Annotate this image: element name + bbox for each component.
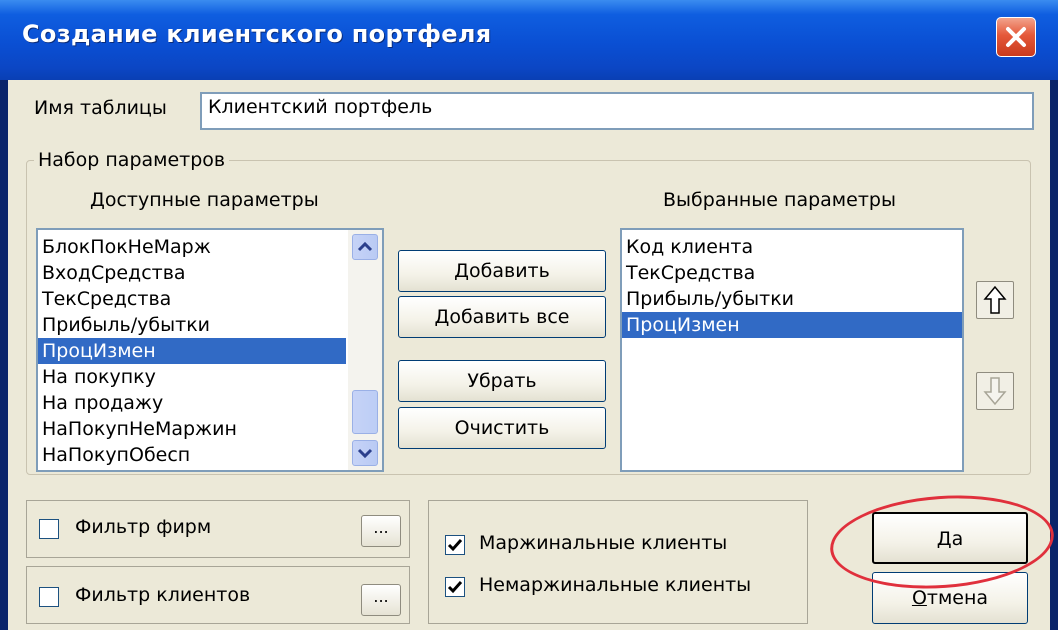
available-item[interactable]: Прибыль/убытки [38,312,346,338]
add-all-button-label: Добавить все [434,306,570,328]
available-item[interactable]: На продажу [38,390,346,416]
table-name-label: Имя таблицы [34,97,167,119]
params-group-caption: Набор параметров [34,149,230,171]
client-filter-browse-label: ... [373,587,389,606]
firm-filter-browse-label: ... [373,518,389,537]
remove-button[interactable]: Убрать [398,360,606,402]
available-item[interactable]: ТекСредства [38,286,346,312]
scroll-down-button[interactable] [352,440,378,466]
available-item[interactable]: БлокПокНеМарж [38,234,346,260]
available-params-list[interactable]: БлокПокНеМарж ВходСредства ТекСредства Приб… [36,228,384,472]
selected-item[interactable]: Прибыль/убытки [622,286,962,312]
firm-filter-checkbox[interactable] [39,519,59,539]
move-down-button[interactable] [976,372,1014,410]
client-filter-label: Фильтр клиентов [75,584,251,606]
close-button[interactable] [996,17,1036,57]
selected-params-list[interactable]: Код клиента ТекСредства Прибыль/убытки Проц… [620,228,964,472]
add-all-button[interactable]: Добавить все [398,296,606,338]
firm-filter-browse-button[interactable]: ... [361,515,401,547]
scroll-up-button[interactable] [352,234,378,260]
remove-button-label: Убрать [467,370,537,392]
clear-button-label: Очистить [454,417,550,439]
available-item[interactable]: На покупку [38,364,346,390]
add-button-label: Добавить [454,260,550,282]
client-filter-checkbox[interactable] [39,587,59,607]
available-list-scrollbar[interactable] [348,230,382,470]
available-params-header: Доступные параметры [90,189,319,211]
available-item[interactable]: ВходСредства [38,260,346,286]
client-filter-browse-button[interactable]: ... [361,584,401,616]
move-up-button[interactable] [976,281,1014,319]
client-types-panel: Маржинальные клиенты Немаржинальные клие… [428,500,808,624]
nonmargin-clients-label: Немаржинальные клиенты [479,574,752,596]
scroll-thumb[interactable] [352,390,378,434]
nonmargin-clients-checkbox[interactable] [445,577,465,597]
dialog-window: Создание клиентского портфеля Имя таблиц… [0,0,1058,630]
arrow-down-icon [983,377,1007,406]
close-icon [1006,27,1026,47]
clear-button[interactable]: Очистить [398,407,606,449]
selected-item[interactable]: ПроцИзмен [622,312,962,338]
window-title: Создание клиентского портфеля [22,20,492,48]
selected-item[interactable]: ТекСредства [622,260,962,286]
selected-item[interactable]: Код клиента [622,234,962,260]
margin-clients-checkbox[interactable] [445,535,465,555]
title-bar[interactable]: Создание клиентского портфеля [0,0,1058,80]
checkmark-icon [447,539,463,552]
dialog-body: Имя таблицы Клиентский портфель Набор па… [8,80,1057,630]
checkmark-icon [447,581,463,594]
available-item[interactable]: ПроцИзмен [38,338,346,364]
arrow-up-icon [983,285,1007,314]
available-item[interactable]: НаПокупНеМаржин [38,416,346,442]
table-name-input[interactable]: Клиентский портфель [200,92,1034,130]
available-item[interactable]: НаПокупОбесп [38,442,346,468]
chevron-up-icon [357,241,373,252]
client-filter-panel: Фильтр клиентов ... [26,566,410,624]
add-button[interactable]: Добавить [398,250,606,292]
selected-params-header: Выбранные параметры [663,189,896,211]
firm-filter-panel: Фильтр фирм ... [26,500,410,558]
firm-filter-label: Фильтр фирм [75,516,212,538]
chevron-down-icon [357,448,373,459]
margin-clients-label: Маржинальные клиенты [479,532,728,554]
